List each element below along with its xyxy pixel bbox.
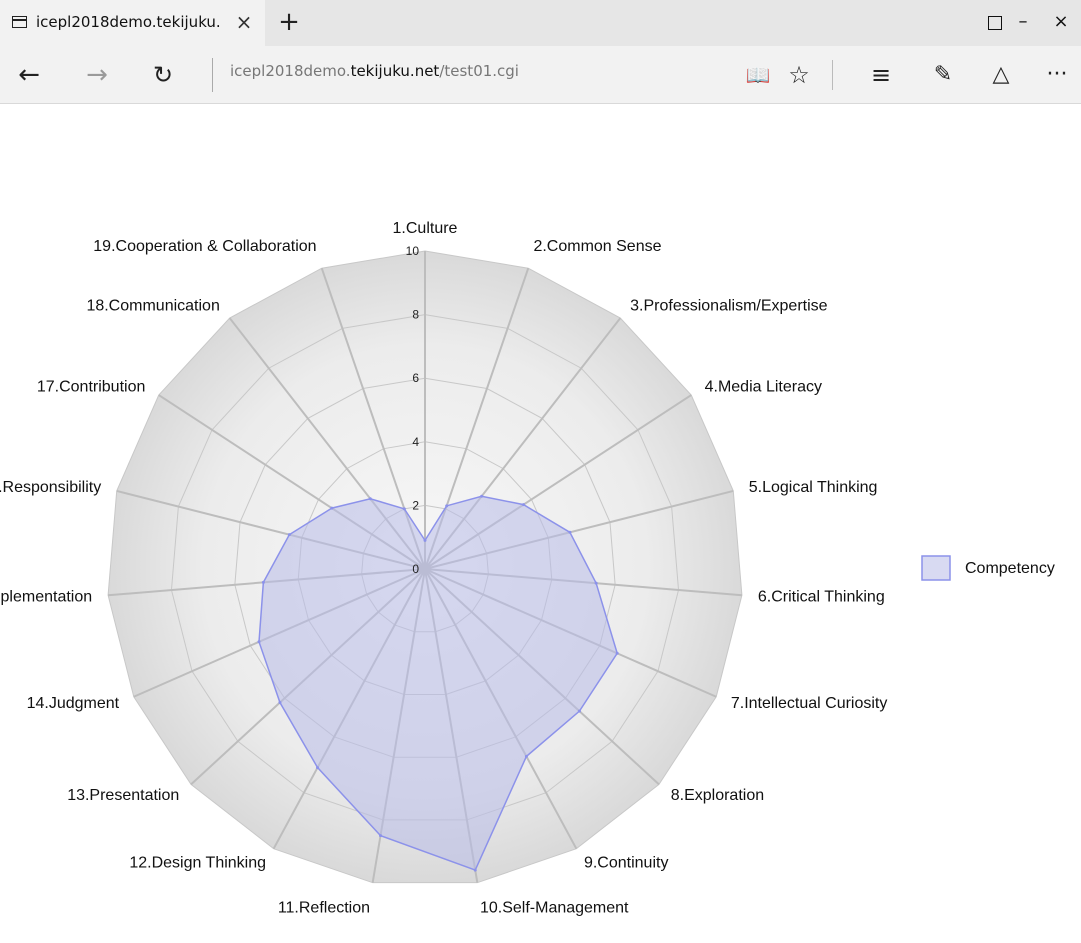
share-icon[interactable]: △ — [984, 58, 1018, 92]
category-label: 3.Professionalism/Expertise — [630, 297, 828, 314]
category-label: 12.Design Thinking — [129, 855, 266, 872]
tab-close-icon[interactable]: × — [234, 10, 254, 34]
category-label: 8.Exploration — [671, 787, 764, 804]
category-label: 9.Continuity — [584, 855, 669, 872]
radar-chart: 0 2 4 6 8 10 1.Culture 2.Common Sense 3.Profess… — [0, 220, 1055, 916]
category-label: 16.Responsibility — [0, 479, 101, 496]
tick-label: 4 — [412, 435, 419, 449]
favorite-star-icon[interactable]: ☆ — [782, 58, 816, 92]
category-label: 5.Logical Thinking — [749, 479, 878, 496]
data-point — [278, 701, 282, 705]
data-point — [577, 709, 581, 713]
category-label: 14.Judgment — [27, 695, 120, 712]
data-point — [522, 503, 526, 507]
active-tab[interactable]: icepl2018demo.tekijuku. × — [0, 0, 265, 46]
tick-label: 10 — [406, 244, 420, 258]
refresh-icon[interactable]: ↻ — [146, 58, 180, 92]
data-point — [524, 754, 528, 758]
category-label: 19.Cooperation & Collaboration — [93, 238, 316, 255]
category-label: 4.Media Literacy — [705, 378, 822, 395]
toolbar-separator — [832, 60, 833, 90]
category-label: 11.Reflection — [278, 899, 370, 916]
data-point — [594, 581, 598, 585]
minimize-button[interactable]: – — [1003, 8, 1043, 36]
address-path: /test01.cgi — [439, 62, 519, 80]
data-point — [330, 506, 334, 510]
navigation-bar: ← → ↻ icepl2018demo.tekijuku.net/test01.… — [0, 46, 1081, 104]
data-point — [445, 504, 449, 508]
hub-icon[interactable]: ≡ — [864, 58, 898, 92]
tick-label: 2 — [412, 498, 419, 512]
category-label: 18.Communication — [86, 297, 219, 314]
close-window-button[interactable]: × — [1041, 8, 1081, 36]
tick-label: 8 — [412, 308, 419, 322]
legend: Competency — [921, 555, 1055, 581]
data-point — [287, 533, 291, 537]
data-point — [568, 530, 572, 534]
maximize-button[interactable] — [988, 16, 1002, 30]
data-point — [480, 494, 484, 498]
data-point — [261, 580, 265, 584]
category-label: 10.Self-Management — [480, 899, 629, 916]
tab-title: icepl2018demo.tekijuku. — [36, 13, 221, 31]
tick-label: 6 — [412, 371, 419, 385]
tick-label: 0 — [412, 562, 419, 576]
category-label: 6.Critical Thinking — [758, 589, 885, 606]
category-label: 7.Intellectual Curiosity — [731, 695, 888, 712]
category-label: 13.Presentation — [67, 787, 179, 804]
address-prefix: icepl2018demo. — [230, 62, 351, 80]
legend-swatch — [921, 555, 951, 581]
more-options-icon[interactable]: ··· — [1040, 58, 1074, 92]
category-label: 15.Implementation — [0, 589, 92, 606]
legend-label: Competency — [965, 560, 1055, 577]
data-point — [379, 834, 383, 838]
page-icon — [12, 16, 27, 28]
data-point — [368, 497, 372, 501]
data-point — [473, 868, 477, 872]
address-bar[interactable]: icepl2018demo.tekijuku.net/test01.cgi — [230, 62, 519, 80]
category-label: 2.Common Sense — [533, 238, 661, 255]
data-point — [615, 651, 619, 655]
data-point — [423, 538, 427, 542]
address-separator — [212, 58, 213, 92]
web-note-icon[interactable]: ✎ — [926, 58, 960, 92]
new-tab-button[interactable]: + — [277, 8, 301, 36]
reading-view-icon[interactable]: 📖 — [741, 58, 775, 92]
back-arrow-icon[interactable]: ← — [12, 58, 46, 92]
forward-arrow-icon[interactable]: → — [80, 58, 114, 92]
data-point — [316, 766, 320, 770]
category-label: 1.Culture — [393, 220, 458, 237]
category-label: 17.Contribution — [37, 378, 146, 395]
data-point — [257, 640, 261, 644]
tab-bar: icepl2018demo.tekijuku. × + – × — [0, 0, 1081, 46]
data-point — [402, 507, 406, 511]
address-host: tekijuku.net — [350, 62, 440, 80]
